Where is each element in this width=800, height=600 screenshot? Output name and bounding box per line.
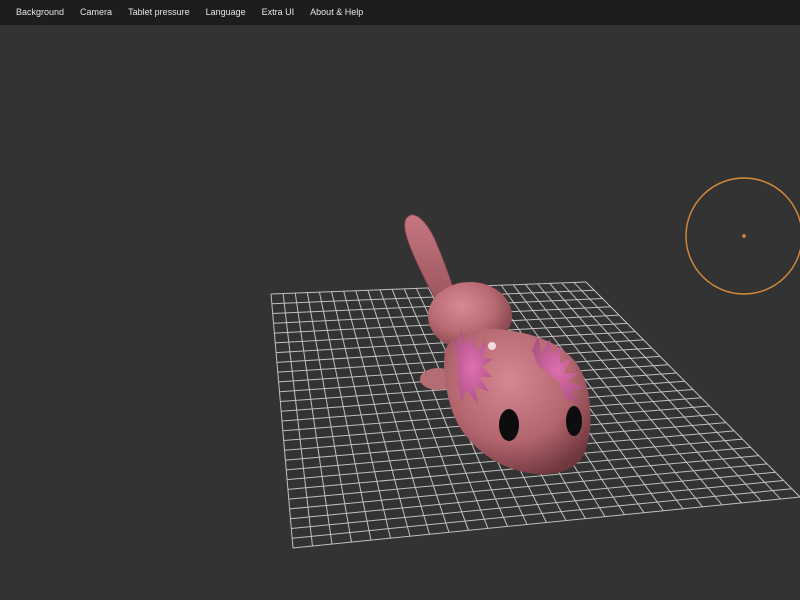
grid-line [573,282,781,500]
scene-canvas[interactable] [0,25,800,600]
menu-language[interactable]: Language [198,0,254,25]
3d-viewport[interactable] [0,25,800,600]
app-window: Background Camera Tablet pressure Langua… [0,0,800,600]
grid-line [585,281,800,498]
menu-tablet-pressure[interactable]: Tablet pressure [120,0,198,25]
axolotl-right-eye [566,406,582,436]
sculpt-brush-cursor [685,177,800,295]
grid-line [561,282,762,502]
menu-extra-ui[interactable]: Extra UI [254,0,303,25]
top-menu-bar: Background Camera Tablet pressure Langua… [0,0,800,25]
menu-camera[interactable]: Camera [72,0,120,25]
axolotl-left-eye [499,409,519,441]
menu-background[interactable]: Background [8,0,72,25]
specular-highlight [488,342,496,350]
menu-about-help[interactable]: About & Help [302,0,371,25]
